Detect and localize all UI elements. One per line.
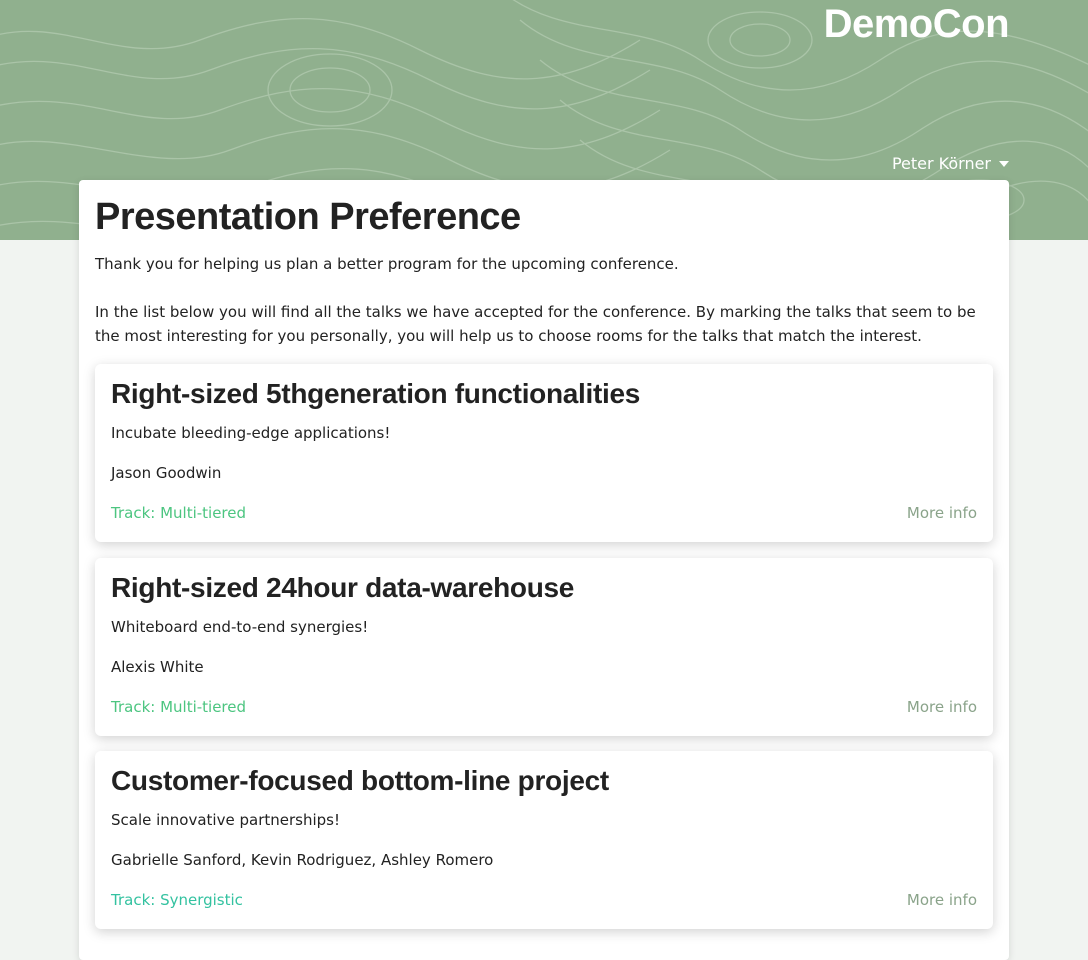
page-title: Presentation Preference [95,196,521,238]
user-menu[interactable]: Peter Körner [892,154,1009,173]
more-info-link[interactable]: More info [907,504,977,522]
talk-card[interactable]: Right-sized 24hour data-warehouse Whiteb… [95,558,993,736]
talk-title: Right-sized 24hour data-warehouse [111,572,575,603]
talk-abstract: Incubate bleeding-edge applications! [111,424,391,442]
user-name: Peter Körner [891,154,991,173]
talk-card[interactable]: Customer-focused bottom-line project Sca… [95,751,993,929]
talk-title: Right-sized 5thgeneration functionalitie… [111,378,641,409]
talk-speakers: Alexis White [111,658,204,676]
preference-panel: Presentation Preference Thank you for he… [79,180,1009,960]
caret-down-icon [999,160,1009,167]
more-info-link[interactable]: More info [907,698,977,716]
intro-text: Thank you for helping us plan a better p… [95,255,679,273]
brand-logo[interactable]: DemoCon [824,2,1010,47]
talk-track-link[interactable]: Track: Synergistic [111,891,243,909]
talk-speakers: Jason Goodwin [111,464,222,482]
talk-card[interactable]: Right-sized 5thgeneration functionalitie… [95,364,993,542]
talk-track-link[interactable]: Track: Multi-tiered [111,504,246,522]
talk-abstract: Scale innovative partnerships! [111,811,340,829]
talk-abstract: Whiteboard end-to-end synergies! [111,618,369,636]
talk-speakers: Gabrielle Sanford, Kevin Rodriguez, Ashl… [111,851,494,869]
talk-title: Customer-focused bottom-line project [111,765,609,796]
talk-track-link[interactable]: Track: Multi-tiered [111,698,246,716]
more-info-link[interactable]: More info [907,891,977,909]
intro-description: In the list below you will find all the … [95,303,976,345]
